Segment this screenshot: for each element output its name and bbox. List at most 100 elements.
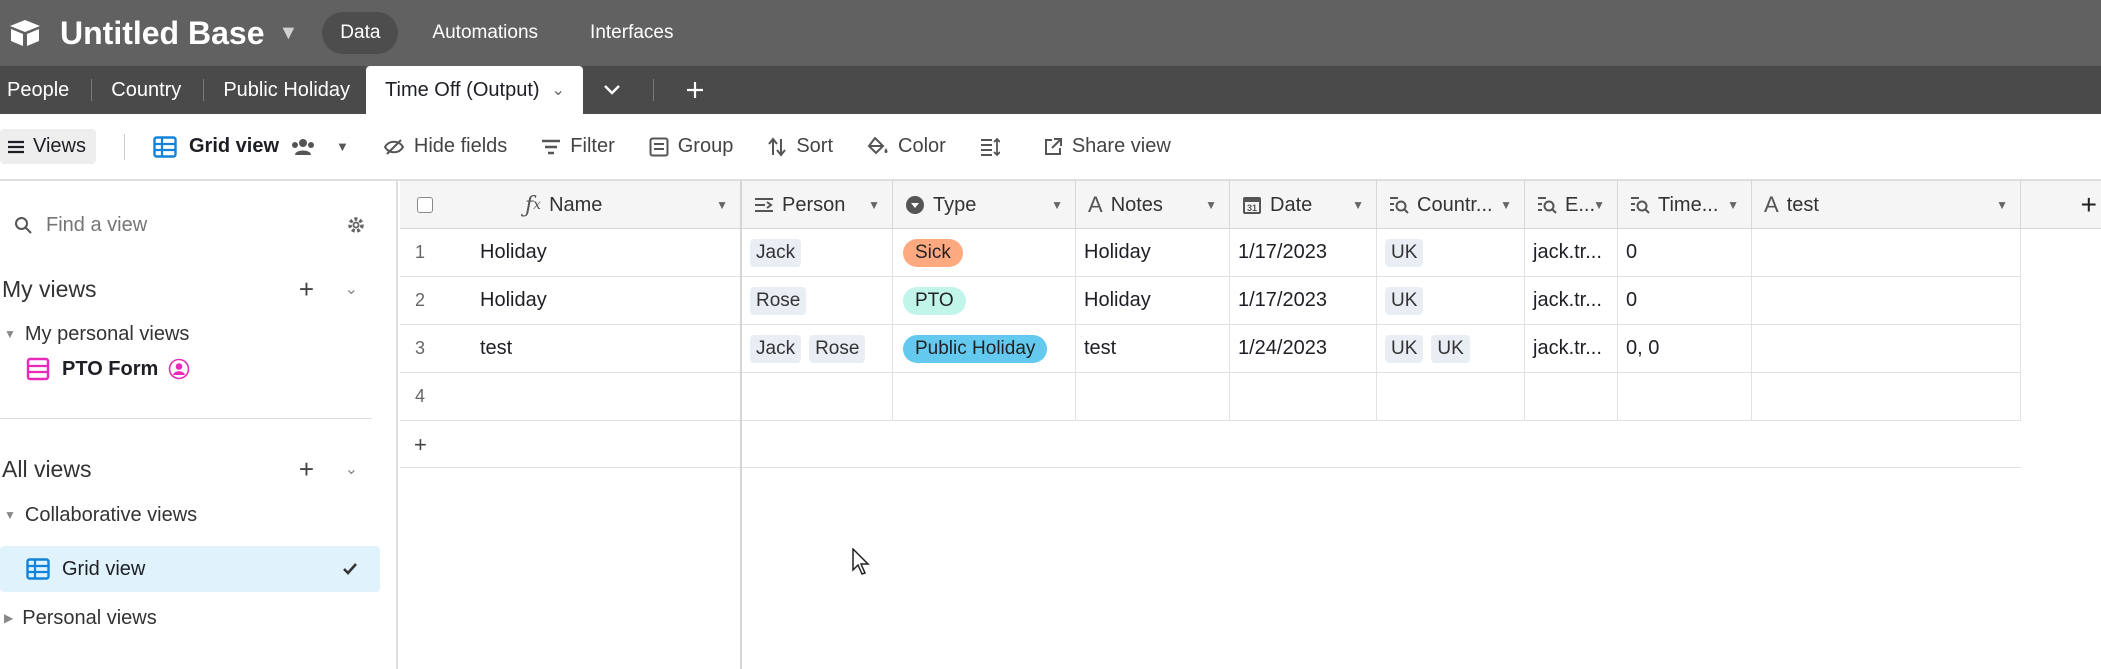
view-menu-caret-icon[interactable]: ▼ (336, 139, 349, 154)
find-view-input[interactable] (46, 213, 326, 237)
date-cell[interactable]: 1/17/2023 (1230, 277, 1377, 324)
country-chip[interactable]: UK (1385, 334, 1424, 363)
my-views-section[interactable]: My views + ⌄ (0, 271, 380, 307)
chevron-down-icon[interactable]: ⌄ (345, 279, 358, 299)
add-record-row[interactable]: + (400, 421, 2021, 468)
row-number[interactable]: 1 (400, 229, 460, 276)
person-chip[interactable]: Rose (809, 334, 866, 363)
column-menu-caret-icon[interactable]: ▼ (1051, 198, 1063, 212)
add-view-plus-icon[interactable]: + (299, 454, 314, 485)
column-menu-caret-icon[interactable]: ▼ (1352, 198, 1364, 212)
select-all-checkbox[interactable] (417, 197, 433, 213)
notes-cell[interactable]: Holiday (1076, 229, 1230, 276)
tab-country[interactable]: Country (104, 66, 191, 114)
personal-views-group[interactable]: ▶ Personal views (0, 602, 380, 634)
chevron-down-icon[interactable]: ⌄ (345, 459, 358, 479)
country-chip[interactable]: UK (1385, 238, 1424, 267)
collaborative-views-group[interactable]: ▼ Collaborative views (0, 499, 380, 531)
row-number[interactable]: 4 (400, 373, 460, 420)
tab-time-off-output[interactable]: Time Off (Output) ⌄ (366, 66, 583, 114)
add-field-button[interactable]: + (2021, 181, 2101, 229)
date-cell[interactable]: 1/24/2023 (1230, 325, 1377, 372)
country-column-header[interactable]: Countr... ▼ (1377, 181, 1525, 229)
time-cell[interactable]: 0 (1618, 229, 1752, 276)
country-cell[interactable]: UK (1377, 229, 1525, 276)
country-chip[interactable]: UK (1431, 334, 1470, 363)
type-cell[interactable]: Sick (893, 229, 1076, 276)
tab-people[interactable]: People (0, 66, 79, 114)
name-cell[interactable]: test (460, 325, 740, 372)
person-cell[interactable]: Jack Rose (742, 325, 893, 372)
column-menu-caret-icon[interactable]: ▼ (1727, 198, 1739, 212)
all-tables-chevron-icon[interactable] (583, 66, 641, 114)
column-menu-caret-icon[interactable]: ▼ (868, 198, 880, 212)
email-cell[interactable] (1525, 373, 1618, 420)
sidebar-item-grid-view[interactable]: Grid view (0, 546, 380, 592)
type-cell[interactable] (893, 373, 1076, 420)
base-title[interactable]: Untitled Base (60, 15, 264, 52)
notes-cell[interactable]: test (1076, 325, 1230, 372)
notes-cell[interactable] (1076, 373, 1230, 420)
country-cell[interactable]: UK (1377, 277, 1525, 324)
column-menu-caret-icon[interactable]: ▼ (1996, 198, 2008, 212)
table-row[interactable]: 3 test Jack Rose Public Holiday test 1/24/2023… (400, 325, 2021, 373)
chevron-down-icon[interactable]: ⌄ (552, 80, 565, 100)
add-record-cell[interactable]: + (400, 421, 740, 468)
name-cell[interactable] (460, 373, 740, 420)
test-column-header[interactable]: A test ▼ (1752, 181, 2021, 229)
filter-button[interactable]: Filter (541, 135, 615, 158)
person-chip[interactable]: Jack (750, 238, 802, 267)
email-cell[interactable]: jack.tr... (1525, 277, 1618, 324)
date-cell[interactable] (1230, 373, 1377, 420)
base-menu-chevron-icon[interactable]: ▼ (278, 22, 298, 45)
row-number[interactable]: 3 (400, 325, 460, 372)
test-cell[interactable] (1752, 373, 2021, 420)
person-cell[interactable]: Jack (742, 229, 893, 276)
row-height-button[interactable] (980, 137, 1009, 157)
name-cell[interactable]: Holiday (460, 277, 740, 324)
person-cell[interactable] (742, 373, 893, 420)
share-view-button[interactable]: Share view (1043, 135, 1171, 158)
notes-cell[interactable]: Holiday (1076, 277, 1230, 324)
group-button[interactable]: Group (649, 135, 733, 158)
add-my-view-plus-icon[interactable]: + (299, 274, 314, 305)
views-toggle-button[interactable]: Views (0, 129, 96, 164)
time-cell[interactable]: 0, 0 (1618, 325, 1752, 372)
email-cell[interactable]: jack.tr... (1525, 229, 1618, 276)
country-cell[interactable] (1377, 373, 1525, 420)
type-cell[interactable]: Public Holiday (893, 325, 1076, 372)
table-row[interactable]: 4 (400, 373, 2021, 421)
row-number[interactable]: 2 (400, 277, 460, 324)
hide-fields-button[interactable]: Hide fields (383, 135, 507, 158)
column-menu-caret-icon[interactable]: ▼ (1593, 198, 1605, 212)
nav-interfaces[interactable]: Interfaces (572, 12, 691, 54)
sort-button[interactable]: Sort (767, 135, 833, 158)
email-cell[interactable]: jack.tr... (1525, 325, 1618, 372)
name-column-header[interactable]: ƒx Name ▼ (400, 181, 742, 229)
column-menu-caret-icon[interactable]: ▼ (716, 198, 728, 212)
person-chip[interactable]: Jack (750, 334, 802, 363)
person-cell[interactable]: Rose (742, 277, 893, 324)
nav-data[interactable]: Data (322, 12, 399, 54)
notes-column-header[interactable]: A Notes ▼ (1076, 181, 1230, 229)
date-column-header[interactable]: 31 Date ▼ (1230, 181, 1377, 229)
all-views-section[interactable]: All views + ⌄ (0, 451, 380, 487)
column-menu-caret-icon[interactable]: ▼ (1205, 198, 1217, 212)
table-row[interactable]: 2 Holiday Rose PTO Holiday 1/17/2023 UK jack.tr… (400, 277, 2021, 325)
email-column-header[interactable]: E... ▼ (1525, 181, 1618, 229)
type-column-header[interactable]: Type ▼ (893, 181, 1076, 229)
tab-public-holiday[interactable]: Public Holiday (216, 66, 360, 114)
time-cell[interactable]: 0 (1618, 277, 1752, 324)
color-button[interactable]: Color (867, 135, 946, 158)
person-column-header[interactable]: Person ▼ (742, 181, 893, 229)
base-logo-icon[interactable] (0, 0, 50, 66)
country-cell[interactable]: UK UK (1377, 325, 1525, 372)
nav-automations[interactable]: Automations (414, 12, 556, 54)
view-switcher-button[interactable]: Grid view ▼ (153, 135, 349, 159)
test-cell[interactable] (1752, 325, 2021, 372)
add-table-plus-icon[interactable] (666, 66, 724, 114)
gear-icon[interactable] (346, 215, 366, 235)
name-cell[interactable]: Holiday (460, 229, 740, 276)
date-cell[interactable]: 1/17/2023 (1230, 229, 1377, 276)
time-column-header[interactable]: Time... ▼ (1618, 181, 1752, 229)
